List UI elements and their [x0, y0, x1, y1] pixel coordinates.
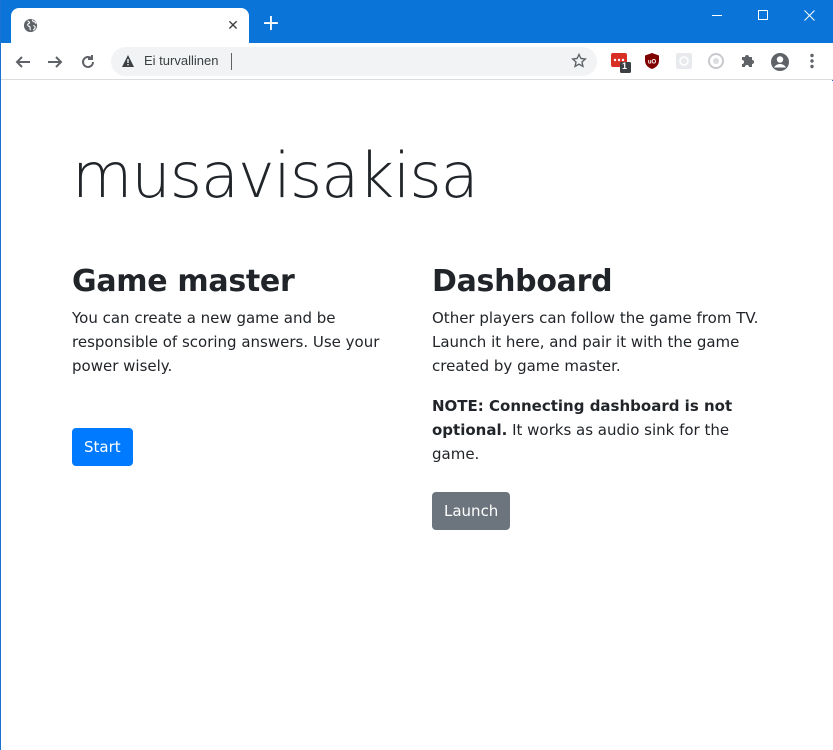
dashboard-section: Dashboard Other players can follow the g… — [432, 264, 772, 482]
address-divider — [231, 53, 232, 70]
dashboard-note: NOTE: Connecting dashboard is not option… — [432, 394, 772, 466]
svg-text:uO: uO — [648, 60, 657, 66]
profile-avatar-icon[interactable] — [770, 52, 789, 71]
game-master-section: Game master You can create a new game an… — [72, 264, 402, 394]
extensions-puzzle-icon[interactable] — [739, 52, 757, 70]
game-master-heading: Game master — [72, 264, 295, 299]
extension-red-icon[interactable]: 1 — [611, 52, 631, 73]
back-icon[interactable] — [10, 49, 36, 75]
reload-icon[interactable] — [75, 49, 101, 75]
minimize-icon[interactable] — [694, 0, 740, 30]
address-bar[interactable]: Ei turvallinen — [111, 47, 597, 76]
menu-kebab-icon[interactable] — [803, 52, 821, 70]
page-content: musavisakisa Game master You can create … — [1, 81, 833, 750]
extension-grid-icon[interactable] — [675, 52, 693, 70]
forward-icon[interactable] — [42, 49, 68, 75]
browser-toolbar: Ei turvallinen 1 uO — [1, 43, 833, 80]
launch-button[interactable]: Launch — [432, 492, 511, 530]
extension-circle-icon[interactable] — [707, 52, 725, 70]
security-label: Ei turvallinen — [144, 53, 219, 68]
ublock-icon[interactable]: uO — [643, 52, 661, 70]
window-close-icon[interactable] — [786, 0, 832, 30]
extension-badge: 1 — [622, 61, 628, 71]
tab-close-icon[interactable]: ✕ — [225, 17, 241, 33]
bookmark-star-icon[interactable] — [571, 52, 587, 69]
globe-icon — [23, 18, 38, 33]
start-button[interactable]: Start — [72, 428, 133, 466]
browser-window: ✕ + Ei turvallinen 1 uO musavisakisa Gam… — [0, 0, 833, 750]
new-tab-icon[interactable]: + — [261, 13, 281, 35]
title-bar: ✕ + — [1, 0, 833, 43]
dashboard-heading: Dashboard — [432, 264, 613, 299]
warning-icon[interactable] — [121, 54, 135, 68]
dashboard-description: Other players can follow the game from T… — [432, 309, 759, 375]
browser-tab[interactable]: ✕ — [11, 8, 249, 43]
game-master-description: You can create a new game and be respons… — [72, 309, 380, 375]
url-input[interactable] — [235, 51, 565, 72]
maximize-icon[interactable] — [740, 0, 786, 30]
page-title: musavisakisa — [72, 139, 479, 212]
